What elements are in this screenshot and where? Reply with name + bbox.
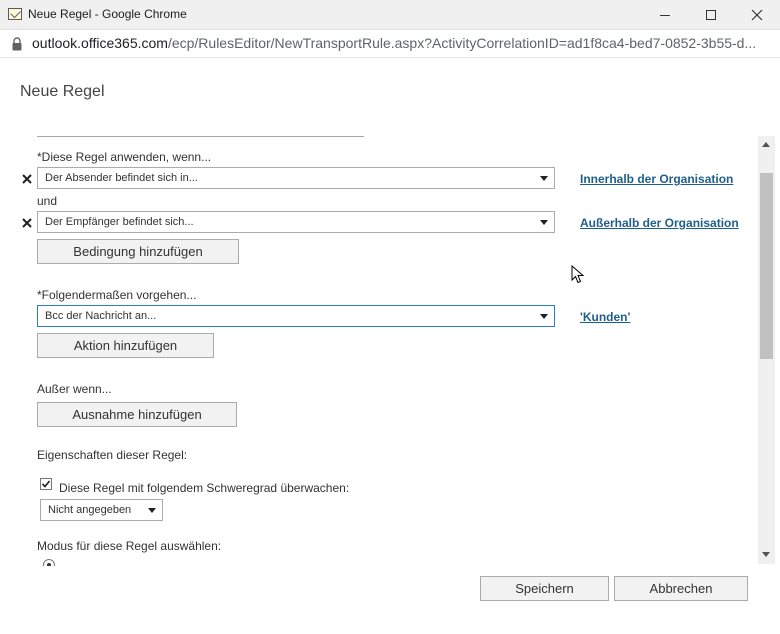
- action-recipient-link[interactable]: 'Kunden': [580, 310, 630, 324]
- exceptions-label: Außer wenn...: [37, 382, 112, 396]
- address-bar[interactable]: outlook.office365.com/ecp/RulesEditor/Ne…: [0, 30, 780, 58]
- add-condition-button[interactable]: Bedingung hinzufügen: [37, 239, 239, 264]
- remove-condition-2-icon[interactable]: [22, 218, 32, 228]
- action-value: Bcc der Nachricht an...: [45, 310, 157, 322]
- minimize-icon: [660, 14, 670, 16]
- add-action-button[interactable]: Aktion hinzufügen: [37, 333, 214, 358]
- audit-checkbox[interactable]: [40, 478, 52, 490]
- url-path: /ecp/RulesEditor/NewTransportRule.aspx?A…: [167, 35, 757, 51]
- window-title: Neue Regel - Google Chrome: [28, 7, 187, 21]
- outlook-envelope-icon: [8, 8, 22, 20]
- conditions-connector: und: [37, 194, 58, 208]
- chevron-down-icon: [540, 176, 548, 181]
- condition-2-value: Der Empfänger befindet sich...: [45, 216, 194, 228]
- actions-label: *Folgendermaßen vorgehen...: [37, 288, 197, 302]
- minimize-button[interactable]: [642, 0, 688, 30]
- audit-checkbox-label: Diese Regel mit folgendem Schweregrad üb…: [59, 481, 350, 495]
- content-scrollbar[interactable]: [758, 136, 775, 564]
- maximize-icon: [706, 10, 716, 20]
- url-text[interactable]: outlook.office365.com/ecp/RulesEditor/Ne…: [32, 35, 772, 51]
- checkmark-icon: [41, 480, 51, 488]
- close-window-button[interactable]: [734, 0, 780, 30]
- maximize-button[interactable]: [688, 0, 734, 30]
- save-button[interactable]: Speichern: [480, 576, 609, 601]
- mode-radio[interactable]: [43, 559, 55, 566]
- severity-select[interactable]: Nicht angegeben: [40, 499, 163, 521]
- condition-2-select[interactable]: Der Empfänger befindet sich...: [37, 211, 555, 233]
- remove-condition-1-icon[interactable]: [22, 174, 32, 184]
- chevron-down-icon: [148, 508, 156, 513]
- scroll-up-arrow-icon[interactable]: [762, 142, 770, 147]
- rule-form: *Diese Regel anwenden, wenn... Der Absen…: [0, 128, 758, 566]
- condition-2-link[interactable]: Außerhalb der Organisation: [580, 216, 739, 230]
- condition-1-select[interactable]: Der Absender befindet sich in...: [37, 167, 555, 189]
- close-icon: [751, 9, 763, 21]
- condition-1-value: Der Absender befindet sich in...: [45, 172, 198, 184]
- condition-1-link[interactable]: Innerhalb der Organisation: [580, 172, 733, 186]
- lock-icon: [12, 37, 22, 51]
- scroll-down-arrow-icon[interactable]: [762, 552, 770, 557]
- cancel-button[interactable]: Abbrechen: [614, 576, 748, 601]
- url-host: outlook.office365.com: [32, 35, 168, 51]
- add-exception-button[interactable]: Ausnahme hinzufügen: [37, 402, 237, 427]
- rule-name-field[interactable]: [37, 136, 364, 137]
- chevron-down-icon: [540, 220, 548, 225]
- mouse-cursor-icon: [571, 265, 585, 284]
- severity-value: Nicht angegeben: [48, 504, 132, 516]
- mode-label: Modus für diese Regel auswählen:: [37, 539, 222, 553]
- action-select[interactable]: Bcc der Nachricht an...: [37, 305, 555, 327]
- chevron-down-icon: [540, 314, 548, 319]
- dialog-title: Neue Regel: [20, 83, 105, 100]
- browser-title-bar: Neue Regel - Google Chrome: [0, 0, 780, 30]
- conditions-label: *Diese Regel anwenden, wenn...: [37, 150, 212, 164]
- scroll-thumb[interactable]: [760, 173, 773, 359]
- properties-label: Eigenschaften dieser Regel:: [37, 448, 188, 462]
